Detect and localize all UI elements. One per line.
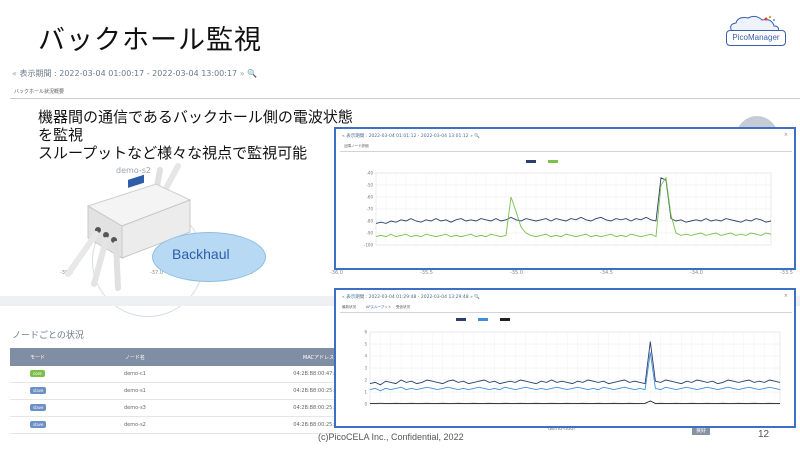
y-tick-label: 5 [364, 342, 367, 347]
signal-line-chart: -100 -90 -80 -70 -60 -50 -40 [364, 160, 772, 248]
y-tick-label: -60 [366, 195, 373, 200]
panel1-period-text: 表示期間 : 2022-03-04 01:01:12 - 2022-03-04 … [346, 134, 469, 139]
legend-swatch [500, 318, 510, 321]
search-icon[interactable]: 🔍 [474, 295, 480, 300]
x-tick-label: -33.5 [780, 270, 793, 276]
tab-reception[interactable]: 受信状況 [396, 305, 410, 310]
column-header-mode[interactable]: モード [10, 354, 81, 361]
description-line-2: を監視 [38, 126, 84, 144]
x-tick-label: -35.0 [510, 270, 523, 276]
legend-swatch [526, 160, 536, 163]
y-tick-label: -40 [366, 171, 373, 176]
chevron-right-icon[interactable]: » [240, 69, 245, 78]
footer-copyright: (c)PicoCELA Inc., Confidential, 2022 [318, 432, 464, 442]
picomanager-logo: PicoManager [718, 14, 792, 54]
chevron-left-icon[interactable]: « [342, 134, 345, 139]
node-table: モード ノード名 MACアドレス core demo-c1 04:2B:B8:00:… [10, 348, 340, 434]
mode-badge: slave [30, 387, 47, 394]
y-tick-label: -70 [366, 207, 373, 212]
mac-cell: 04:2B:B8:00:25: [293, 422, 335, 428]
table-row[interactable]: slave demo-s3 04:2B:B8:00:25: [10, 400, 340, 417]
legend-swatch [456, 318, 466, 321]
tab-neighbor-detail[interactable]: 近隣ノード詳細 [344, 144, 369, 149]
panel1-period: « 表示期間 : 2022-03-04 01:01:12 - 2022-03-0… [342, 133, 480, 139]
mode-cell: slave [10, 404, 81, 411]
logo-text: PicoManager [726, 30, 786, 46]
x-tick-label: -35.5 [420, 270, 433, 276]
description-line-1: 機器間の通信であるバックホール側の電波状態 [38, 108, 353, 126]
y-tick-label: 1 [364, 390, 367, 395]
table-row[interactable]: slave demo-s2 04:2B:B8:00:25: [10, 417, 340, 434]
mode-cell: slave [10, 387, 81, 394]
mac-cell: 04:2B:B8:00:25: [293, 405, 335, 411]
x-tick-label: -34.0 [690, 270, 703, 276]
y-tick-label: 6 [364, 330, 367, 335]
close-icon[interactable]: × [784, 293, 788, 299]
y-tick-label: 2 [364, 378, 367, 383]
x-tick-label: -36.0 [330, 270, 343, 276]
y-tick-label: -90 [366, 231, 373, 236]
signal-chart-panel: « 表示期間 : 2022-03-04 01:01:12 - 2022-03-0… [334, 127, 796, 270]
x-tick-label: -34.5 [600, 270, 613, 276]
mode-badge: slave [30, 421, 47, 428]
y-tick-label: -80 [366, 219, 373, 224]
mode-cell: slave [10, 421, 81, 428]
mode-badge: core [30, 370, 45, 377]
table-row[interactable]: core demo-c1 04:2B:B8:00:47: [10, 366, 340, 383]
y-tick-label: 3 [364, 366, 367, 371]
chevron-right-icon[interactable]: » [470, 295, 473, 300]
background-period: « 表示期間 : 2022-03-04 01:00:17 - 2022-03-0… [12, 68, 257, 79]
throughput-line-chart: 0 1 2 3 4 5 6 [364, 318, 781, 407]
table-header: モード ノード名 MACアドレス [10, 348, 340, 366]
throughput-chart-panel: « 表示期間 : 2022-03-04 01:29:48 - 2022-03-0… [334, 288, 796, 428]
node-name-cell: demo-s3 [124, 405, 146, 411]
legend-swatch [548, 160, 558, 163]
node-name-cell: demo-s2 [124, 422, 146, 428]
column-header-node[interactable]: ノード名 [81, 354, 189, 361]
mac-cell: 04:2B:B8:00:25: [293, 388, 335, 394]
chevron-left-icon[interactable]: « [342, 295, 345, 300]
background-tab[interactable]: バックホール状況概要 [14, 88, 64, 95]
backhaul-label: Backhaul [172, 246, 230, 262]
node-name-cell: demo-c1 [123, 371, 146, 377]
divider [10, 98, 800, 99]
y-tick-label: 4 [364, 354, 367, 359]
legend-swatch [478, 318, 488, 321]
period-text: 表示期間 : 2022-03-04 01:00:17 - 2022-03-04 … [19, 69, 238, 78]
search-icon[interactable]: 🔍 [474, 134, 480, 139]
node-section-title: ノードごとの状況 [12, 331, 84, 341]
divider [340, 312, 792, 313]
page-number: 12 [758, 429, 770, 440]
panel2-period: « 表示期間 : 2022-03-04 01:29:48 - 2022-03-0… [342, 294, 480, 300]
description-line-3: スループットなど様々な視点で監視可能 [38, 144, 308, 162]
tab-ap-throughput[interactable]: APスループット [366, 305, 391, 310]
tab-latest[interactable]: 最新状況 [342, 305, 356, 310]
mode-badge: slave [30, 404, 47, 411]
panel2-period-text: 表示期間 : 2022-03-04 01:29:48 - 2022-03-04 … [346, 295, 469, 300]
close-icon[interactable]: × [784, 132, 788, 138]
search-icon[interactable]: 🔍 [247, 69, 257, 78]
y-tick-label: 0 [364, 402, 367, 407]
divider [340, 151, 792, 152]
y-tick-label: -50 [366, 183, 373, 188]
column-header-mac[interactable]: MACアドレス [189, 354, 340, 361]
slide-title: バックホール監視 [38, 25, 262, 56]
node-name-cell: demo-s1 [124, 388, 146, 394]
chevron-right-icon[interactable]: » [470, 134, 473, 139]
table-body: core demo-c1 04:2B:B8:00:47: slave demo-s1 04… [10, 366, 340, 434]
y-tick-label: -100 [364, 243, 374, 248]
mac-cell: 04:2B:B8:00:47: [293, 371, 335, 377]
table-row[interactable]: slave demo-s1 04:2B:B8:00:25: [10, 383, 340, 400]
mode-cell: core [10, 370, 81, 377]
chevron-left-icon[interactable]: « [12, 69, 17, 78]
